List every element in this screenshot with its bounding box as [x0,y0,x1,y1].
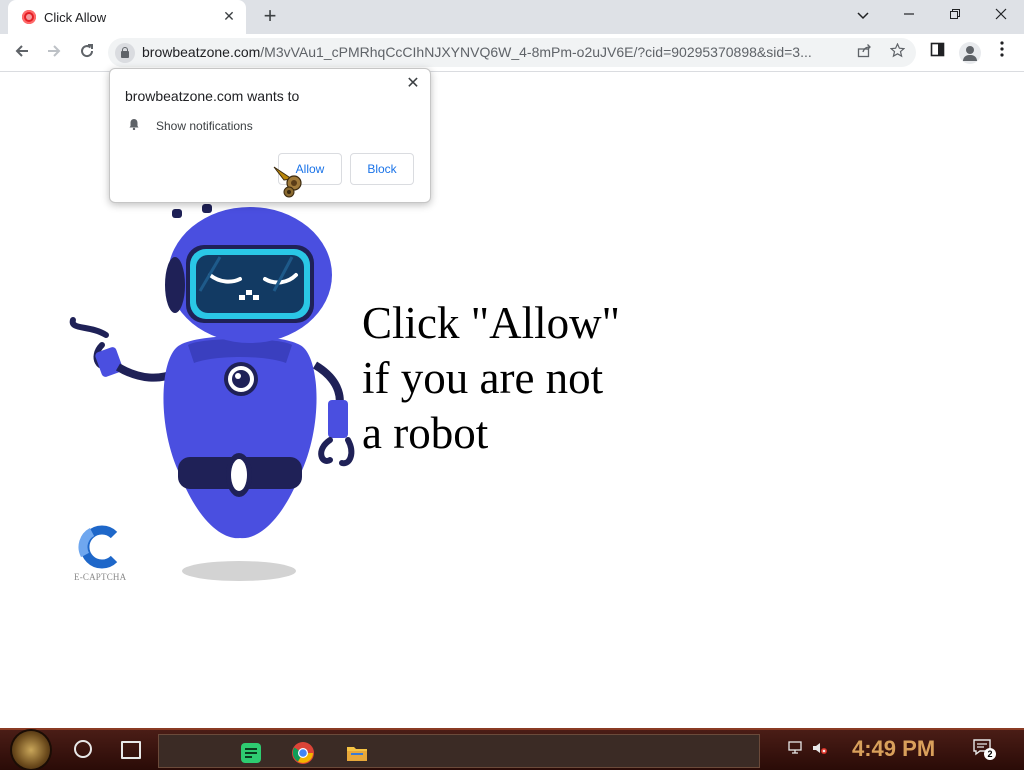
robot-ear [165,257,185,313]
profile-avatar-button[interactable] [959,42,981,64]
thought-dot-2 [202,204,212,213]
favicon-icon [22,10,36,24]
robot-right-wrist [328,400,348,438]
side-panel-button[interactable] [925,41,949,65]
minimize-button[interactable] [886,3,932,29]
bookmark-star-icon[interactable] [887,42,907,63]
chrome-icon[interactable] [291,741,315,765]
headline-line-2: if you are not [362,353,604,403]
robot-right-claw [318,437,355,467]
arrow-right-icon [48,45,61,57]
chrome-menu-button[interactable] [990,41,1014,65]
mouse-cursor-icon [273,166,302,198]
popup-close-icon[interactable]: ✕ [404,75,422,93]
address-bar[interactable]: browbeatzone.com/M3vVAu1_cPMRhqCcCIhNJXY… [108,38,916,67]
notes-app-icon[interactable] [239,741,263,765]
minimize-icon [904,13,914,15]
robot-belt-light [231,459,247,491]
file-explorer-icon[interactable] [345,741,369,765]
chevron-down-icon [857,12,869,20]
notification-permission-popup: browbeatzone.com wants to ✕ Show notific… [109,68,431,203]
reload-button[interactable] [75,41,99,65]
search-circle-icon[interactable] [74,740,92,758]
side-panel-icon [930,42,944,57]
restore-icon [950,9,960,19]
network-icon[interactable] [788,741,804,755]
task-view-icon[interactable] [121,741,141,759]
reload-icon [81,44,94,58]
taskbar-clock[interactable]: 4:49 PM [852,736,935,762]
browser-toolbar: browbeatzone.com/M3vVAu1_cPMRhqCcCIhNJXY… [0,34,1024,72]
robot-shadow [182,561,296,581]
tab-strip: Click Allow ✕ + [0,0,1024,34]
action-center-button[interactable]: 2 [972,738,996,760]
url-path: /M3vVAu1_cPMRhqCcCIhNJXYNVQ6W_4-8mPm-o2u… [260,44,812,60]
taskbar: 4:49 PM 2 [0,728,1024,770]
tab-click-allow[interactable]: Click Allow ✕ [8,0,246,34]
url-text[interactable]: browbeatzone.com/M3vVAu1_cPMRhqCcCIhNJXY… [142,44,842,60]
tab-title: Click Allow [44,10,107,25]
kebab-menu-icon [1000,41,1004,57]
tab-search-button[interactable] [840,3,886,29]
taskbar-apps [158,734,760,768]
captcha-logo-icon [78,525,118,569]
block-button[interactable]: Block [350,153,414,185]
thought-dot-1 [172,209,182,218]
lock-icon[interactable] [115,43,135,63]
back-button[interactable] [10,41,34,65]
close-icon [995,8,1007,20]
permission-label: Show notifications [156,119,253,133]
popup-heading: browbeatzone.com wants to [125,88,300,104]
captcha-label: E-CAPTCHA [74,572,127,582]
headline-line-3: a robot [362,408,489,458]
headline-line-1: Click "Allow" [362,298,620,348]
notification-count-badge: 2 [984,748,996,760]
forward-button[interactable] [42,41,66,65]
share-icon[interactable] [854,43,874,63]
bell-icon [129,119,139,130]
volume-muted-icon[interactable] [812,741,828,755]
arrow-left-icon [15,45,28,57]
headline: Click "Allow" if you are not a robot [362,296,782,461]
restore-button[interactable] [932,3,978,29]
start-button[interactable] [12,731,50,769]
new-tab-button[interactable]: + [259,5,281,27]
close-window-button[interactable] [978,3,1024,29]
url-host: browbeatzone.com [142,44,261,60]
tab-close-icon[interactable]: ✕ [220,7,238,25]
